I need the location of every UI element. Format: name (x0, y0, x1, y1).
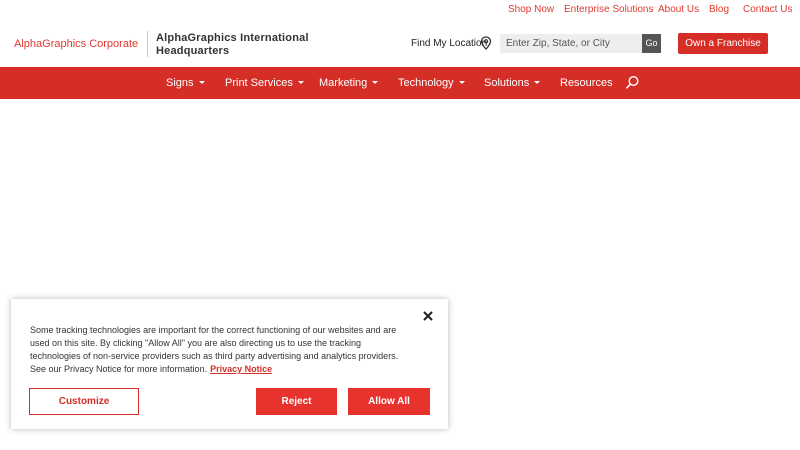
cookie-consent-banner: Some tracking technologies are important… (11, 299, 448, 429)
location-search-input[interactable] (500, 34, 642, 53)
chevron-down-icon (534, 81, 541, 84)
header-divider (147, 31, 148, 57)
reject-button[interactable]: Reject (256, 388, 337, 415)
nav-label: Resources (560, 77, 613, 89)
brand-link[interactable]: AlphaGraphics Corporate (14, 38, 138, 50)
nav-item-technology[interactable]: Technology (398, 77, 465, 89)
nav-label: Technology (398, 77, 454, 89)
cookie-message: Some tracking technologies are important… (30, 324, 400, 376)
find-location-label[interactable]: Find My Location (411, 38, 487, 49)
chevron-down-icon (198, 81, 205, 84)
close-icon[interactable] (422, 310, 434, 322)
nav-label: Print Services (225, 77, 293, 89)
top-utility-bar: Shop Now Enterprise Solutions About Us B… (0, 0, 800, 20)
main-nav: Signs Print Services Marketing Technolog… (0, 67, 800, 99)
nav-item-solutions[interactable]: Solutions (484, 77, 541, 89)
own-franchise-button[interactable]: Own a Franchise (678, 33, 768, 54)
nav-item-signs[interactable]: Signs (166, 77, 205, 89)
chevron-down-icon (458, 81, 465, 84)
location-name: AlphaGraphics International Headquarters (156, 32, 309, 57)
nav-label: Marketing (319, 77, 368, 89)
enterprise-solutions-link[interactable]: Enterprise Solutions (564, 4, 654, 15)
privacy-notice-link[interactable]: Privacy Notice (210, 364, 272, 374)
search-icon[interactable] (625, 75, 640, 90)
blog-link[interactable]: Blog (709, 4, 729, 15)
nav-label: Signs (166, 77, 194, 89)
contact-us-link[interactable]: Contact Us (743, 4, 792, 15)
chevron-down-icon (297, 81, 304, 84)
nav-item-marketing[interactable]: Marketing (319, 77, 379, 89)
nav-label: Solutions (484, 77, 530, 89)
map-pin-icon[interactable] (480, 36, 492, 50)
go-button[interactable]: Go (642, 34, 661, 53)
shop-now-link[interactable]: Shop Now (508, 4, 554, 15)
chevron-down-icon (372, 81, 379, 84)
allow-all-button[interactable]: Allow All (348, 388, 430, 415)
about-us-link[interactable]: About Us (658, 4, 699, 15)
customize-button[interactable]: Customize (29, 388, 139, 415)
nav-item-resources[interactable]: Resources (560, 77, 613, 89)
nav-item-print-services[interactable]: Print Services (225, 77, 304, 89)
